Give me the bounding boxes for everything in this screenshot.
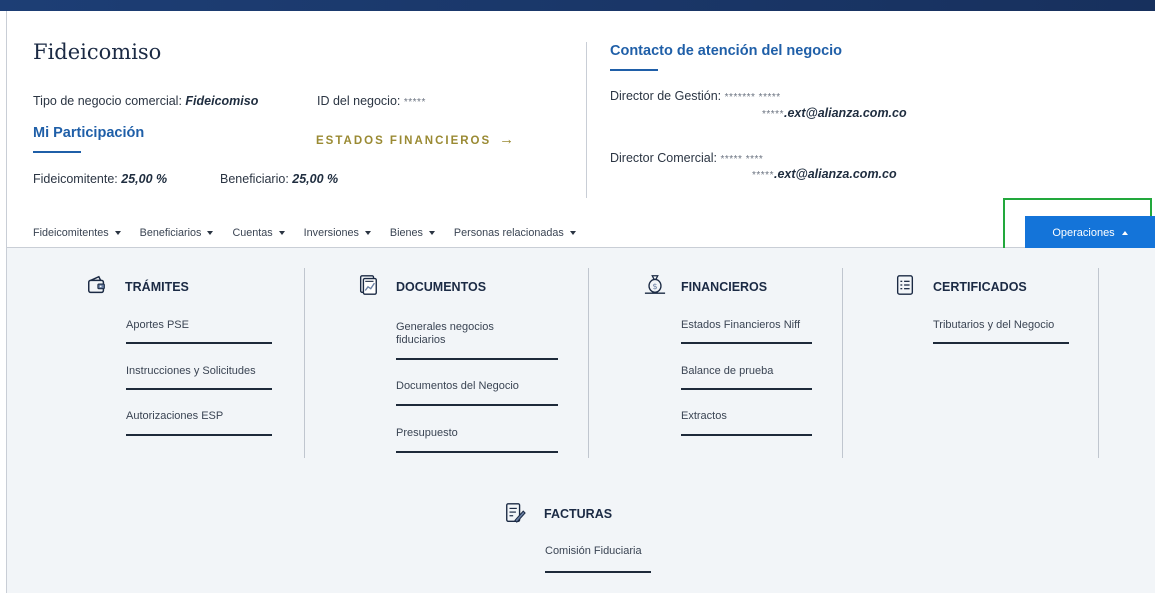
director-gestion-email-domain: .ext@alianza.com.co — [783, 106, 907, 120]
nav-cuentas[interactable]: Cuentas — [232, 226, 285, 240]
caret-down-icon — [569, 231, 576, 235]
contact-heading: Contacto de atención del negocio — [610, 43, 843, 59]
director-comercial-label: Director Comercial: — [610, 151, 717, 165]
nav-bienes[interactable]: Bienes — [390, 226, 435, 240]
nav-label: Fideicomitentes — [33, 227, 109, 239]
nav-label: Bienes — [389, 227, 423, 239]
nav-fideicomitentes[interactable]: Fideicomitentes — [33, 226, 121, 240]
header-divider — [586, 42, 587, 198]
link-underline — [126, 388, 272, 390]
column-divider — [842, 268, 843, 458]
wallet-icon — [88, 275, 105, 294]
participation-underline — [33, 151, 81, 153]
financial-statements-label: ESTADOS FINANCIEROS — [316, 135, 492, 147]
column-divider — [304, 268, 305, 458]
director-gestion: Director de Gestión: ******* ***** — [610, 89, 781, 103]
link-underline — [126, 342, 272, 344]
director-comercial: Director Comercial: ***** **** — [610, 151, 763, 165]
business-type-value: Fideicomiso — [185, 94, 259, 108]
participation-heading: Mi Participación — [33, 125, 145, 141]
link-autorizaciones-esp[interactable]: Autorizaciones ESP — [126, 410, 223, 423]
column-divider — [1098, 268, 1099, 458]
operations-button[interactable]: Operaciones — [1025, 216, 1155, 250]
link-underline — [396, 451, 558, 453]
nav-personas-relacionadas[interactable]: Personas relacionadas — [454, 226, 576, 240]
nav-label: Cuentas — [232, 227, 273, 239]
link-tributarios-negocio[interactable]: Tributarios y del Negocio — [933, 319, 1054, 332]
certificados-title: CERTIFICADOS — [933, 280, 1027, 294]
director-gestion-email[interactable]: *****.ext@alianza.com.co — [762, 106, 907, 120]
director-comercial-email-domain: .ext@alianza.com.co — [773, 167, 897, 181]
caret-up-icon — [1121, 231, 1128, 235]
caret-down-icon — [364, 231, 371, 235]
fideicomitente-value: 25,00 % — [121, 172, 168, 186]
nav-label: Personas relacionadas — [453, 227, 564, 239]
link-underline — [126, 434, 272, 436]
financial-statements-link[interactable]: ESTADOS FINANCIEROS → — [316, 131, 514, 148]
nav-label: Inversiones — [303, 227, 359, 239]
caret-down-icon — [428, 231, 435, 235]
business-type-label: Tipo de negocio comercial: — [33, 94, 182, 108]
link-comision-fiduciaria[interactable]: Comisión Fiduciaria — [545, 545, 642, 558]
business-type: Tipo de negocio comercial: Fideicomiso — [33, 94, 258, 108]
caret-down-icon — [207, 231, 214, 235]
facturas-title: FACTURAS — [544, 507, 613, 521]
link-underline — [933, 342, 1069, 344]
link-presupuesto[interactable]: Presupuesto — [396, 427, 458, 440]
director-comercial-email[interactable]: *****.ext@alianza.com.co — [752, 167, 897, 181]
invoice-pen-icon — [506, 503, 526, 523]
director-comercial-name: ***** **** — [720, 154, 764, 165]
link-generales-negocios[interactable]: Generales negocios fiduciarios — [396, 321, 546, 347]
link-extractos[interactable]: Extractos — [681, 410, 727, 423]
director-gestion-label: Director de Gestión: — [610, 89, 722, 103]
link-underline — [545, 571, 651, 573]
column-divider — [588, 268, 589, 458]
financieros-title: FINANCIEROS — [681, 280, 768, 294]
fideicomitente-label: Fideicomitente: — [33, 172, 118, 186]
beneficiario-value: 25,00 % — [292, 172, 339, 186]
business-id: ID del negocio: ***** — [317, 94, 426, 108]
director-comercial-email-mask: ***** — [752, 170, 774, 181]
business-id-value: ***** — [403, 97, 426, 108]
link-underline — [396, 404, 558, 406]
business-id-label: ID del negocio: — [317, 94, 401, 108]
link-aportes-pse[interactable]: Aportes PSE — [126, 319, 189, 332]
money-bag-icon: $ — [644, 275, 666, 294]
arrow-right-icon: → — [499, 131, 515, 148]
certificate-list-icon — [896, 275, 914, 295]
nav-inversiones[interactable]: Inversiones — [304, 226, 371, 240]
link-instrucciones-solicitudes[interactable]: Instrucciones y Solicitudes — [126, 365, 256, 378]
top-brand-bar — [0, 0, 1155, 11]
fideicomitente-participation: Fideicomitente: 25,00 % — [33, 172, 167, 186]
contact-underline — [610, 69, 658, 71]
nav-label: Beneficiarios — [139, 227, 202, 239]
director-gestion-name: ******* ***** — [724, 92, 781, 103]
link-underline — [396, 358, 558, 360]
page-title: Fideicomiso — [33, 40, 162, 64]
documents-chart-icon — [359, 275, 377, 295]
director-gestion-email-mask: ***** — [762, 109, 784, 120]
link-balance-prueba[interactable]: Balance de prueba — [681, 365, 773, 378]
link-estados-financieros-niff[interactable]: Estados Financieros Niff — [681, 319, 800, 332]
tramites-title: TRÁMITES — [125, 280, 189, 294]
link-documentos-negocio[interactable]: Documentos del Negocio — [396, 380, 519, 393]
beneficiario-label: Beneficiario: — [220, 172, 289, 186]
documentos-title: DOCUMENTOS — [396, 280, 487, 294]
caret-down-icon — [278, 231, 285, 235]
link-underline — [681, 434, 812, 436]
svg-text:$: $ — [652, 281, 657, 291]
business-nav: Fideicomitentes Beneficiarios Cuentas In… — [33, 226, 595, 240]
caret-down-icon — [114, 231, 121, 235]
beneficiario-participation: Beneficiario: 25,00 % — [220, 172, 338, 186]
nav-beneficiarios[interactable]: Beneficiarios — [140, 226, 214, 240]
link-underline — [681, 388, 812, 390]
operations-label: Operaciones — [1052, 227, 1115, 239]
link-underline — [681, 342, 812, 344]
